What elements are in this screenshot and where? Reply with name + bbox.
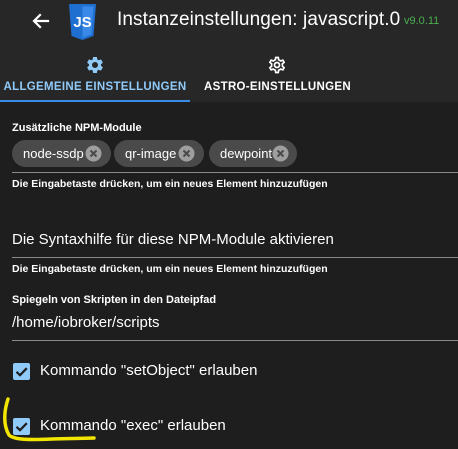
chip-label: dewpoint xyxy=(220,146,273,161)
chip-label: qr-image xyxy=(125,146,177,161)
mirror-path-label: Spiegeln von Skripten in den Dateipfad xyxy=(12,294,217,306)
mirror-path-input[interactable]: /home/iobroker/scripts xyxy=(12,314,160,331)
page-title: Instanzeinstellungen: javascript.0 xyxy=(117,9,401,30)
mirror-path-input-underline xyxy=(12,340,458,341)
exec-checkbox-label[interactable]: Kommando "exec" erlauben xyxy=(40,417,226,434)
version-badge: v9.0.11 xyxy=(404,15,440,27)
setobject-checkbox[interactable] xyxy=(13,363,30,380)
tab-active-indicator xyxy=(0,100,190,102)
instance-settings-window: JS Instanzeinstellungen: javascript.0 v9… xyxy=(0,0,458,449)
syntax-help-input-underline xyxy=(12,257,458,258)
javascript-logo-icon: JS xyxy=(67,3,98,41)
chip-delete-icon[interactable] xyxy=(272,145,289,162)
chip-label: node-ssdp xyxy=(23,146,84,161)
chip-delete-icon[interactable] xyxy=(178,145,195,162)
logo-text: JS xyxy=(73,14,91,31)
gear-outline-icon xyxy=(267,55,287,75)
chip-qr-image: qr-image xyxy=(114,140,204,167)
tab-bar: ALLGEMEINE EINSTELLUNGEN ASTRO-EINSTELLU… xyxy=(0,44,458,102)
setobject-checkbox-label[interactable]: Kommando "setObject" erlauben xyxy=(40,362,257,379)
npm-modules-helper-text: Die Eingabetaste drücken, um ein neues E… xyxy=(12,178,328,190)
app-header: JS Instanzeinstellungen: javascript.0 v9… xyxy=(0,0,458,44)
tab-astro-settings[interactable]: ASTRO-EINSTELLUNGEN xyxy=(190,44,365,102)
syntax-help-input[interactable]: Die Syntaxhilfe für diese NPM-Module akt… xyxy=(12,231,334,248)
npm-modules-label: Zusätzliche NPM-Module xyxy=(12,122,142,134)
checkmark-icon xyxy=(15,422,28,432)
tab-astro-label: ASTRO-EINSTELLUNGEN xyxy=(204,81,351,93)
tab-general-settings[interactable]: ALLGEMEINE EINSTELLUNGEN xyxy=(0,44,190,102)
checkmark-icon xyxy=(15,367,28,377)
npm-modules-input-underline[interactable] xyxy=(12,172,458,173)
chip-node-ssdp: node-ssdp xyxy=(12,140,111,167)
chip-dewpoint: dewpoint xyxy=(209,140,297,167)
tab-general-label: ALLGEMEINE EINSTELLUNGEN xyxy=(3,81,187,93)
syntax-help-helper-text: Die Eingabetaste drücken, um ein neues E… xyxy=(12,263,328,275)
gear-icon xyxy=(85,55,105,75)
exec-checkbox[interactable] xyxy=(13,418,30,435)
chip-delete-icon[interactable] xyxy=(85,145,102,162)
back-arrow-icon[interactable] xyxy=(30,10,52,32)
